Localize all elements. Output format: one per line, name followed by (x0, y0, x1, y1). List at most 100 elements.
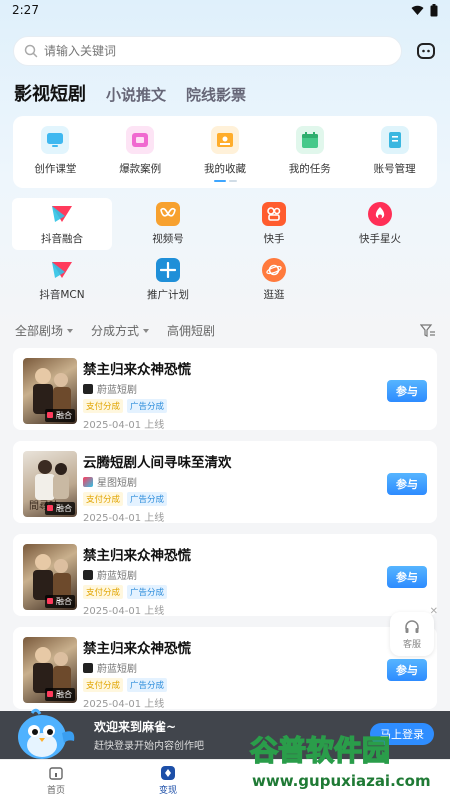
douyin-mcn-icon (50, 258, 74, 282)
drama-platform: 蔚蓝短剧 (83, 381, 191, 396)
drama-date: 2025-04-01 上线 (83, 513, 165, 524)
message-button[interactable] (412, 37, 440, 65)
drama-badges: 支付分成 广告分成 (83, 492, 232, 506)
drama-title: 禁主归来众神恐慌 (83, 641, 191, 657)
drama-badges: 支付分成 广告分成 (83, 585, 191, 599)
nav-home[interactable]: 首页 (0, 760, 112, 800)
platform-label: 逛逛 (263, 289, 285, 301)
banner-title: 欢迎来到麻雀~ (94, 720, 177, 734)
close-icon[interactable]: ✕ (430, 606, 438, 617)
planet-icon (262, 258, 286, 282)
platform-label: 抖音融合 (41, 233, 83, 245)
drama-card[interactable]: 融合 禁主归来众神恐慌 蔚蓝短剧 支付分成 广告分成 2025-04-01 上线… (13, 534, 437, 617)
filter-high-commission[interactable]: 高佣短剧 (167, 322, 215, 339)
drama-platform: 蔚蓝短剧 (83, 660, 191, 675)
quick-actions-card: 创作课堂 爆款案例 我的收藏 我的任务 账号管理 (13, 116, 437, 188)
platform-douyin[interactable]: 抖音融合 (12, 198, 112, 250)
drama-poster: 間尋味 融合 (23, 451, 77, 517)
search-row (13, 36, 440, 66)
drama-platform-name: 蔚蓝短剧 (97, 385, 137, 396)
kuaishou-icon (262, 202, 286, 226)
douyin-icon (50, 202, 74, 226)
quick-item-cases[interactable]: 爆款案例 (100, 126, 180, 188)
drama-badges: 支付分成 广告分成 (83, 399, 191, 413)
platform-kuaishou[interactable]: 快手 (224, 198, 324, 250)
fire-icon (368, 202, 392, 226)
status-icons (411, 3, 438, 17)
platform-browse[interactable]: 逛逛 (224, 254, 324, 306)
join-button[interactable]: 参与 (387, 659, 427, 681)
plan-icon (156, 258, 180, 282)
platform-label: 快手星火 (359, 233, 401, 245)
book-icon (380, 126, 409, 154)
drama-info: 禁主归来众神恐慌 蔚蓝短剧 支付分成 广告分成 2025-04-01 上线 (83, 358, 191, 431)
filter-icon[interactable] (420, 323, 436, 338)
watermark-logo: 谷普软件园 www.gupuxiazai.com (249, 733, 430, 790)
badge-ad-share: 广告分成 (127, 585, 168, 599)
badge-ad-share: 广告分成 (127, 399, 168, 413)
battery-icon (430, 3, 438, 16)
quick-item-favorites[interactable]: 我的收藏 (185, 126, 265, 188)
drama-card[interactable]: 融合 禁主归来众神恐慌 蔚蓝短剧 支付分成 广告分成 2025-04-01 上线… (13, 348, 437, 431)
badge-pay-share: 支付分成 (83, 492, 124, 506)
wifi-icon (411, 5, 424, 15)
filter-label: 全部剧场 (15, 324, 64, 338)
home-icon (49, 766, 63, 780)
poster-tag: 融合 (45, 688, 75, 701)
platform-logo-icon (83, 476, 93, 487)
chevron-down-icon (67, 328, 74, 333)
quick-item-label: 我的收藏 (203, 163, 246, 175)
platform-logo-icon (83, 662, 93, 673)
drama-info: 禁主归来众神恐慌 蔚蓝短剧 支付分成 广告分成 2025-04-01 上线 (83, 637, 191, 710)
quick-item-label: 账号管理 (373, 163, 416, 175)
drama-title: 禁主归来众神恐慌 (83, 548, 191, 564)
search-icon (24, 44, 38, 58)
drama-platform: 蔚蓝短剧 (83, 567, 191, 582)
drama-title: 云腾短剧人间寻味至清欢 (83, 455, 232, 471)
filter-label: 分成方式 (91, 324, 140, 338)
chevron-down-icon (143, 328, 150, 333)
drama-poster: 融合 (23, 358, 77, 424)
join-button[interactable]: 参与 (387, 566, 427, 588)
quick-item-accounts[interactable]: 账号管理 (355, 126, 435, 188)
banner-subtitle: 赶快登录开始内容创作吧 (94, 741, 204, 752)
poster-tag: 融合 (45, 409, 75, 422)
quick-item-tasks[interactable]: 我的任务 (270, 126, 350, 188)
badge-pay-share: 支付分成 (83, 399, 124, 413)
drama-date: 2025-04-01 上线 (83, 606, 165, 617)
drama-card[interactable]: 間尋味 融合 云腾短剧人间寻味至清欢 星图短剧 支付分成 广告分成 2025-0… (13, 441, 437, 524)
platform-logo-icon (83, 569, 93, 580)
platform-kuaishou-spark[interactable]: 快手星火 (330, 198, 430, 250)
tab-novel[interactable]: 小说推文 (106, 84, 166, 105)
customer-service-label: 客服 (402, 639, 421, 650)
drama-platform-name: 蔚蓝短剧 (97, 664, 137, 675)
quick-item-course[interactable]: 创作课堂 (15, 126, 95, 188)
poster-tag: 融合 (45, 595, 75, 608)
page-dot-active (214, 180, 226, 182)
poster-tag: 融合 (45, 502, 75, 515)
drama-info: 禁主归来众神恐慌 蔚蓝短剧 支付分成 广告分成 2025-04-01 上线 (83, 544, 191, 617)
search-bar[interactable] (13, 36, 402, 66)
tab-cinema[interactable]: 院线影票 (186, 84, 246, 105)
filter-share-method[interactable]: 分成方式 (91, 322, 150, 339)
badge-ad-share: 广告分成 (127, 678, 168, 692)
svg-text:谷普软件园: 谷普软件园 (250, 734, 390, 767)
platform-label: 抖音MCN (39, 289, 85, 301)
platform-label: 视频号 (152, 233, 184, 245)
search-input[interactable] (44, 44, 344, 58)
category-tabs: 影视短剧 小说推文 院线影票 (14, 80, 246, 106)
banner-text: 欢迎来到麻雀~ 赶快登录开始内容创作吧 (94, 718, 204, 752)
platform-promotion-plan[interactable]: 推广计划 (118, 254, 218, 306)
platform-label: 快手 (263, 233, 285, 245)
nav-monetize[interactable]: 变现 (112, 760, 224, 800)
platform-douyin-mcn[interactable]: 抖音MCN (12, 254, 112, 306)
filter-all-theaters[interactable]: 全部剧场 (15, 322, 74, 339)
join-button[interactable]: 参与 (387, 473, 427, 495)
tab-drama[interactable]: 影视短剧 (14, 80, 86, 106)
join-button[interactable]: 参与 (387, 380, 427, 402)
platform-channels[interactable]: 视频号 (118, 198, 218, 250)
drama-poster: 融合 (23, 544, 77, 610)
drama-card[interactable]: 融合 禁主归来众神恐慌 蔚蓝短剧 支付分成 广告分成 2025-04-01 上线… (13, 627, 437, 710)
customer-service-button[interactable]: ✕ 客服 (390, 606, 438, 656)
channels-icon (156, 202, 180, 226)
